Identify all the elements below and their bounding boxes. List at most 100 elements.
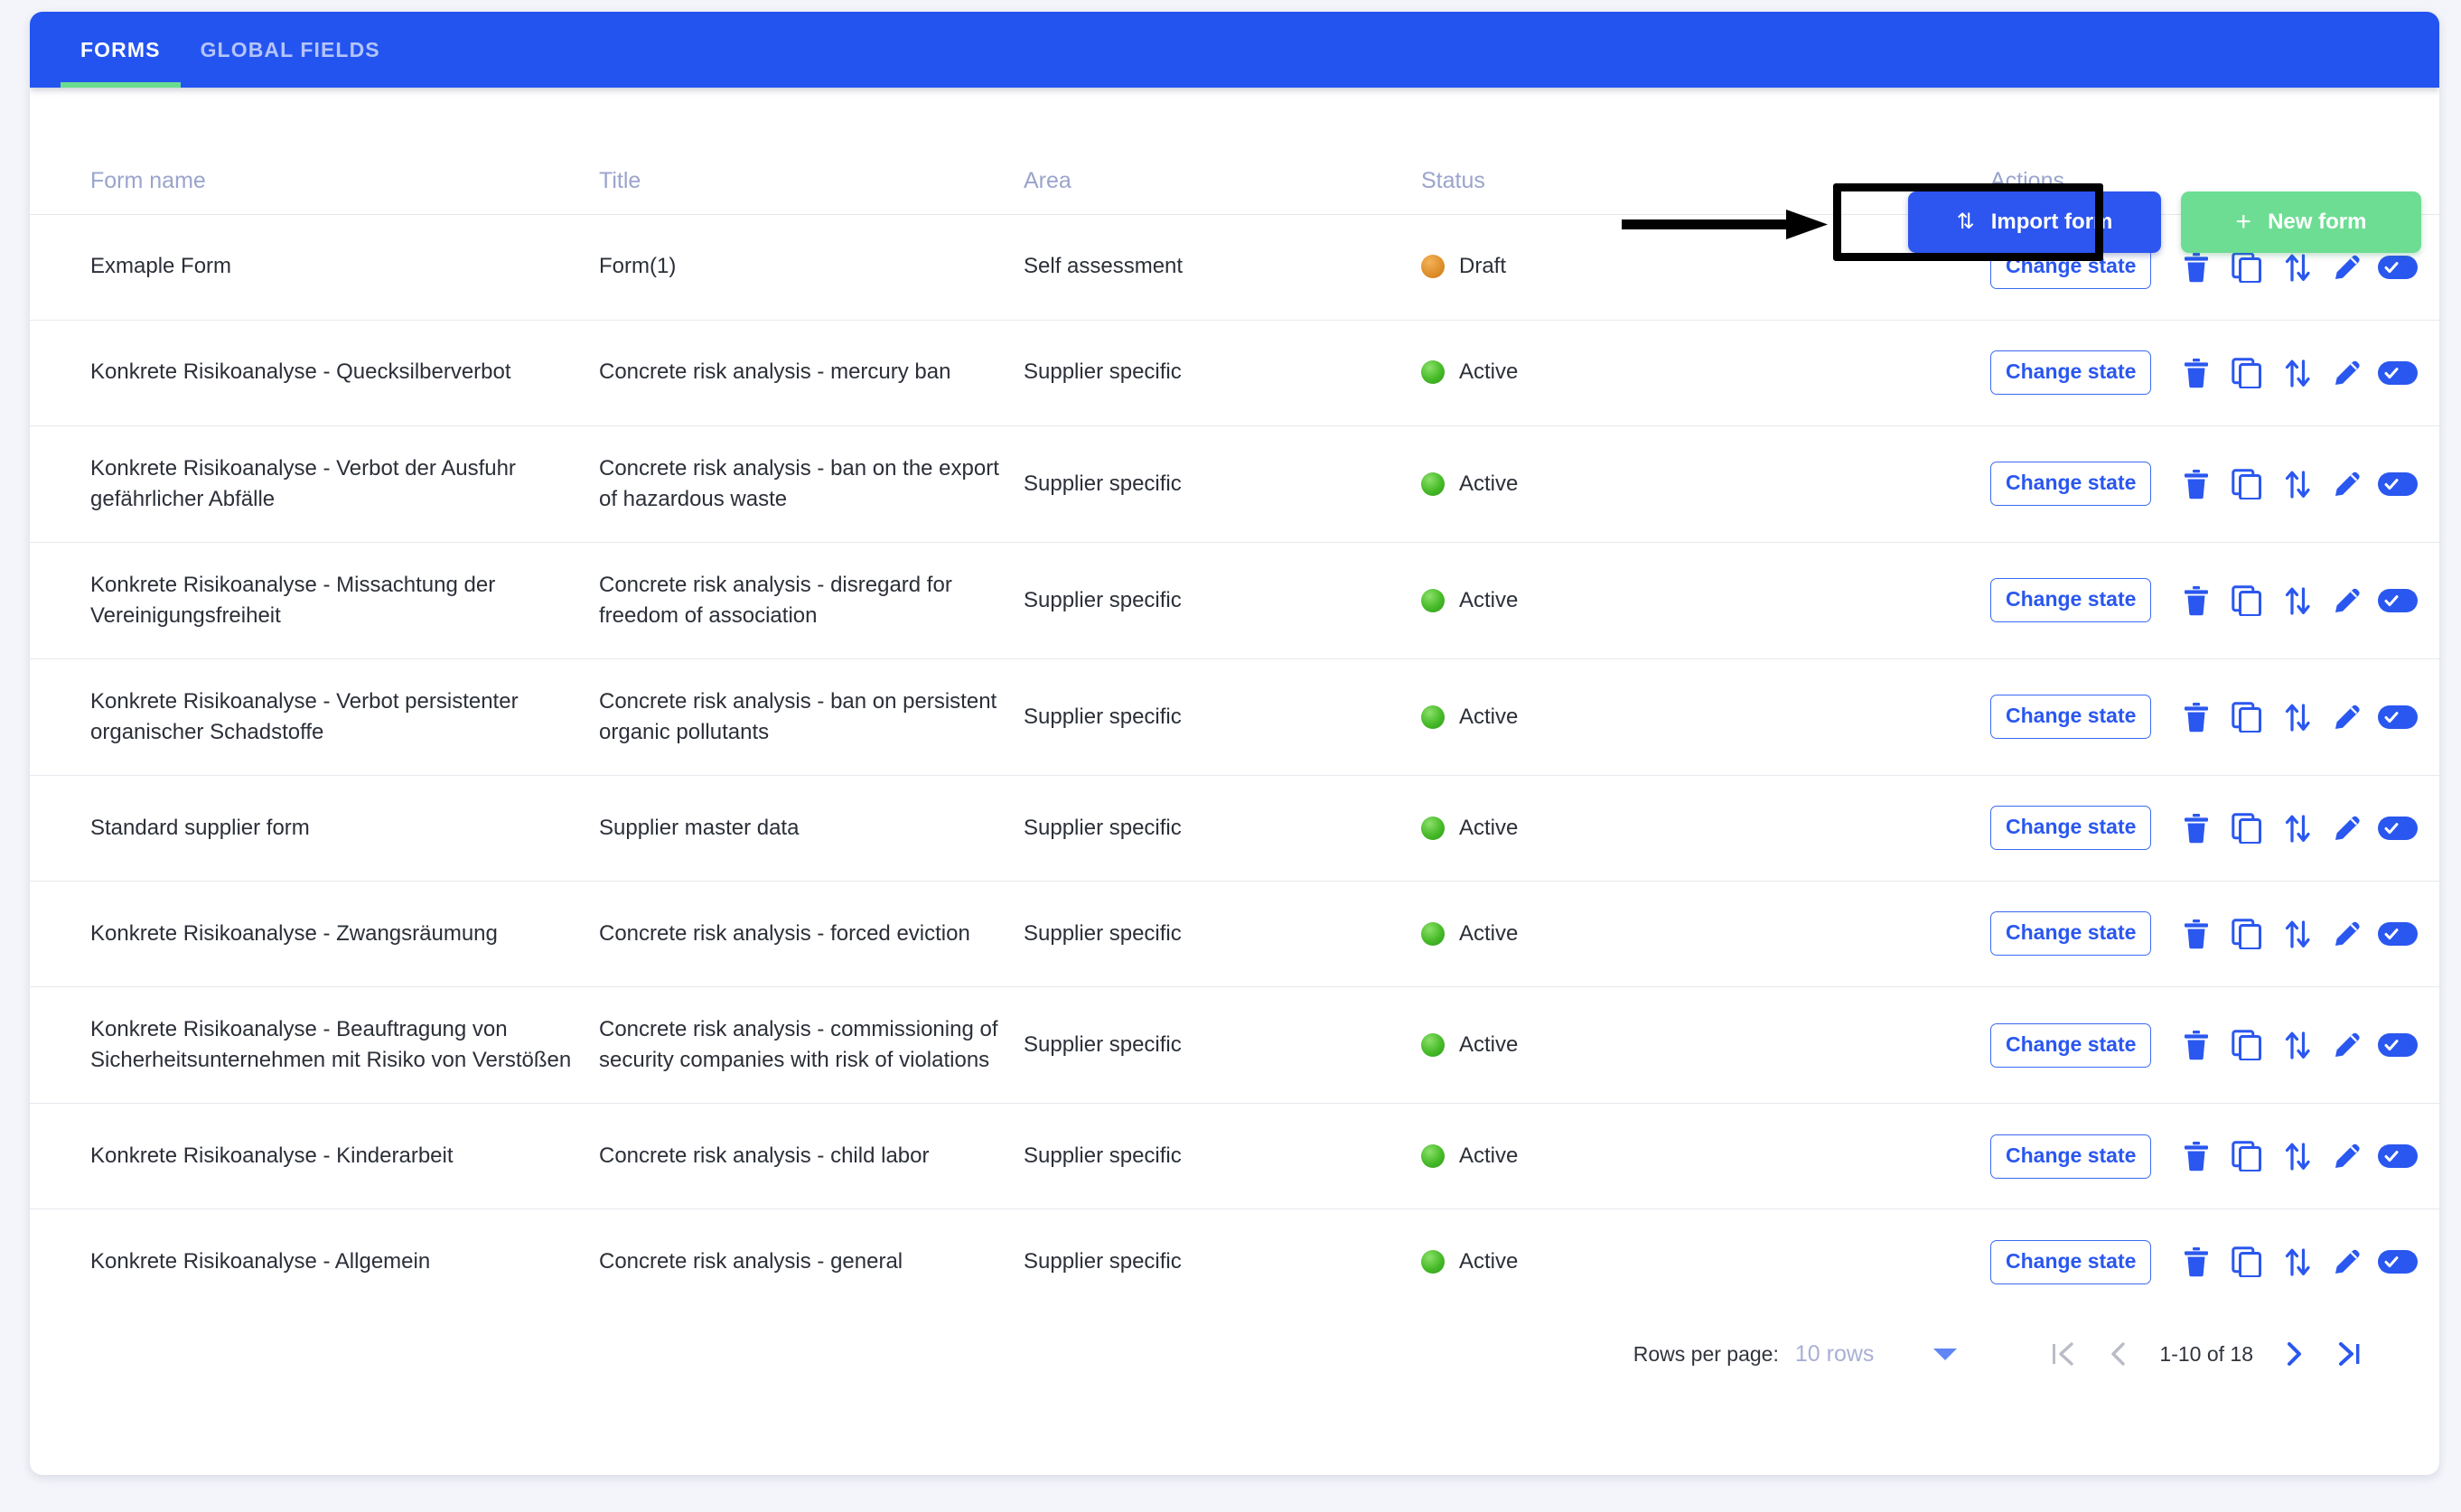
toggle-on-button[interactable] bbox=[2372, 1020, 2423, 1070]
toggle-on-button[interactable] bbox=[2372, 803, 2423, 854]
duplicate-button[interactable] bbox=[2222, 803, 2272, 854]
rows-per-page-select[interactable]: 10 rows bbox=[1795, 1341, 1958, 1367]
duplicate-icon bbox=[2232, 468, 2262, 499]
table-row[interactable]: Konkrete Risikoanalyse - Verbot der Ausf… bbox=[30, 425, 2439, 543]
delete-button[interactable] bbox=[2171, 1131, 2222, 1181]
duplicate-button[interactable] bbox=[2222, 348, 2272, 398]
delete-button[interactable] bbox=[2171, 1020, 2222, 1070]
table-row[interactable]: Konkrete Risikoanalyse - Missachtung der… bbox=[30, 541, 2439, 659]
edit-button[interactable] bbox=[2323, 1237, 2373, 1287]
cell-area: Supplier specific bbox=[1024, 425, 1421, 543]
delete-button[interactable] bbox=[2171, 1237, 2222, 1287]
cell-status: Active bbox=[1421, 658, 1990, 776]
edit-button[interactable] bbox=[2323, 1131, 2373, 1181]
export-button[interactable] bbox=[2272, 909, 2323, 959]
import-form-button[interactable]: ⇅ Import form bbox=[1908, 191, 2161, 253]
status-badge: Active bbox=[1459, 815, 1519, 840]
cell-form-name: Konkrete Risikoanalyse - Verbot persiste… bbox=[30, 658, 599, 776]
cell-actions: Change state bbox=[1990, 1209, 2439, 1315]
first-page-button[interactable] bbox=[2035, 1326, 2091, 1382]
duplicate-button[interactable] bbox=[2222, 1020, 2272, 1070]
duplicate-button[interactable] bbox=[2222, 692, 2272, 742]
edit-button[interactable] bbox=[2323, 575, 2373, 626]
page-range-label: 1-10 of 18 bbox=[2159, 1341, 2253, 1366]
delete-button[interactable] bbox=[2171, 459, 2222, 509]
export-icon bbox=[2285, 704, 2310, 732]
status-dot-icon bbox=[1421, 360, 1445, 385]
table-row[interactable]: Konkrete Risikoanalyse - Beauftragung vo… bbox=[30, 985, 2439, 1104]
duplicate-button[interactable] bbox=[2222, 1131, 2272, 1181]
toggle-on-button[interactable] bbox=[2372, 575, 2423, 626]
toggle-on-button[interactable] bbox=[2372, 1237, 2423, 1287]
delete-button[interactable] bbox=[2171, 909, 2222, 959]
export-button[interactable] bbox=[2272, 575, 2323, 626]
toggle-on-icon bbox=[2378, 588, 2419, 612]
change-state-button[interactable]: Change state bbox=[1990, 806, 2152, 851]
duplicate-icon bbox=[2232, 251, 2262, 283]
change-state-button[interactable]: Change state bbox=[1990, 578, 2152, 623]
edit-button[interactable] bbox=[2323, 1020, 2373, 1070]
export-button[interactable] bbox=[2272, 1131, 2323, 1181]
table-row[interactable]: Konkrete Risikoanalyse - Verbot persiste… bbox=[30, 658, 2439, 776]
change-state-button[interactable]: Change state bbox=[1990, 462, 2152, 507]
delete-button[interactable] bbox=[2171, 803, 2222, 854]
cell-actions: Change state bbox=[1990, 425, 2439, 543]
change-state-button[interactable]: Change state bbox=[1990, 350, 2152, 395]
cell-title: Concrete risk analysis - child labor bbox=[599, 1103, 1024, 1209]
duplicate-button[interactable] bbox=[2222, 909, 2272, 959]
edit-button[interactable] bbox=[2323, 348, 2373, 398]
status-badge: Draft bbox=[1459, 254, 1507, 279]
duplicate-button[interactable] bbox=[2222, 459, 2272, 509]
tab-global-fields[interactable]: GLOBAL FIELDS bbox=[181, 12, 400, 88]
next-page-button[interactable] bbox=[2266, 1326, 2322, 1382]
export-icon bbox=[2285, 920, 2310, 948]
cell-area: Supplier specific bbox=[1024, 1209, 1421, 1315]
toggle-on-button[interactable] bbox=[2372, 1131, 2423, 1181]
edit-button[interactable] bbox=[2323, 692, 2373, 742]
change-state-button[interactable]: Change state bbox=[1990, 1022, 2152, 1068]
toggle-on-button[interactable] bbox=[2372, 459, 2423, 509]
status-dot-icon bbox=[1421, 1144, 1445, 1169]
export-button[interactable] bbox=[2272, 803, 2323, 854]
cell-status: Active bbox=[1421, 319, 1990, 425]
duplicate-button[interactable] bbox=[2222, 575, 2272, 626]
cell-form-name: Konkrete Risikoanalyse - Zwangsräumung bbox=[30, 880, 599, 987]
cell-title: Concrete risk analysis - commissioning o… bbox=[599, 985, 1024, 1104]
export-button[interactable] bbox=[2272, 348, 2323, 398]
status-dot-icon bbox=[1421, 1033, 1445, 1058]
export-button[interactable] bbox=[2272, 692, 2323, 742]
table-row[interactable]: Standard supplier form Supplier master da… bbox=[30, 774, 2439, 882]
export-button[interactable] bbox=[2272, 1237, 2323, 1287]
status-dot-icon bbox=[1421, 1250, 1445, 1274]
prev-page-button[interactable] bbox=[2091, 1326, 2147, 1382]
toggle-on-icon bbox=[2378, 816, 2419, 840]
delete-button[interactable] bbox=[2171, 575, 2222, 626]
table-row[interactable]: Konkrete Risikoanalyse - Zwangsräumung Co… bbox=[30, 880, 2439, 987]
import-arrows-icon: ⇅ bbox=[1956, 210, 1975, 234]
toggle-on-button[interactable] bbox=[2372, 692, 2423, 742]
chevron-down-icon bbox=[1933, 1348, 1958, 1360]
edit-button[interactable] bbox=[2323, 803, 2373, 854]
delete-icon bbox=[2185, 813, 2209, 844]
edit-button[interactable] bbox=[2323, 909, 2373, 959]
delete-button[interactable] bbox=[2171, 692, 2222, 742]
change-state-button[interactable]: Change state bbox=[1990, 911, 2152, 957]
toggle-on-button[interactable] bbox=[2372, 348, 2423, 398]
edit-button[interactable] bbox=[2323, 459, 2373, 509]
export-button[interactable] bbox=[2272, 1020, 2323, 1070]
change-state-button[interactable]: Change state bbox=[1990, 1239, 2152, 1284]
export-button[interactable] bbox=[2272, 459, 2323, 509]
table-row[interactable]: Konkrete Risikoanalyse - Kinderarbeit Con… bbox=[30, 1103, 2439, 1209]
table-row[interactable]: Konkrete Risikoanalyse - Allgemein Concre… bbox=[30, 1209, 2439, 1315]
export-icon bbox=[2285, 359, 2310, 387]
table-row[interactable]: Konkrete Risikoanalyse - Quecksilberverb… bbox=[30, 319, 2439, 425]
duplicate-button[interactable] bbox=[2222, 1237, 2272, 1287]
last-page-button[interactable] bbox=[2322, 1326, 2378, 1382]
new-form-button[interactable]: + New form bbox=[2181, 191, 2421, 253]
toggle-on-button[interactable] bbox=[2372, 909, 2423, 959]
tab-forms[interactable]: FORMS bbox=[61, 12, 181, 88]
change-state-button[interactable]: Change state bbox=[1990, 695, 2152, 740]
change-state-button[interactable]: Change state bbox=[1990, 1134, 2152, 1179]
delete-button[interactable] bbox=[2171, 348, 2222, 398]
plus-icon: + bbox=[2235, 207, 2252, 237]
